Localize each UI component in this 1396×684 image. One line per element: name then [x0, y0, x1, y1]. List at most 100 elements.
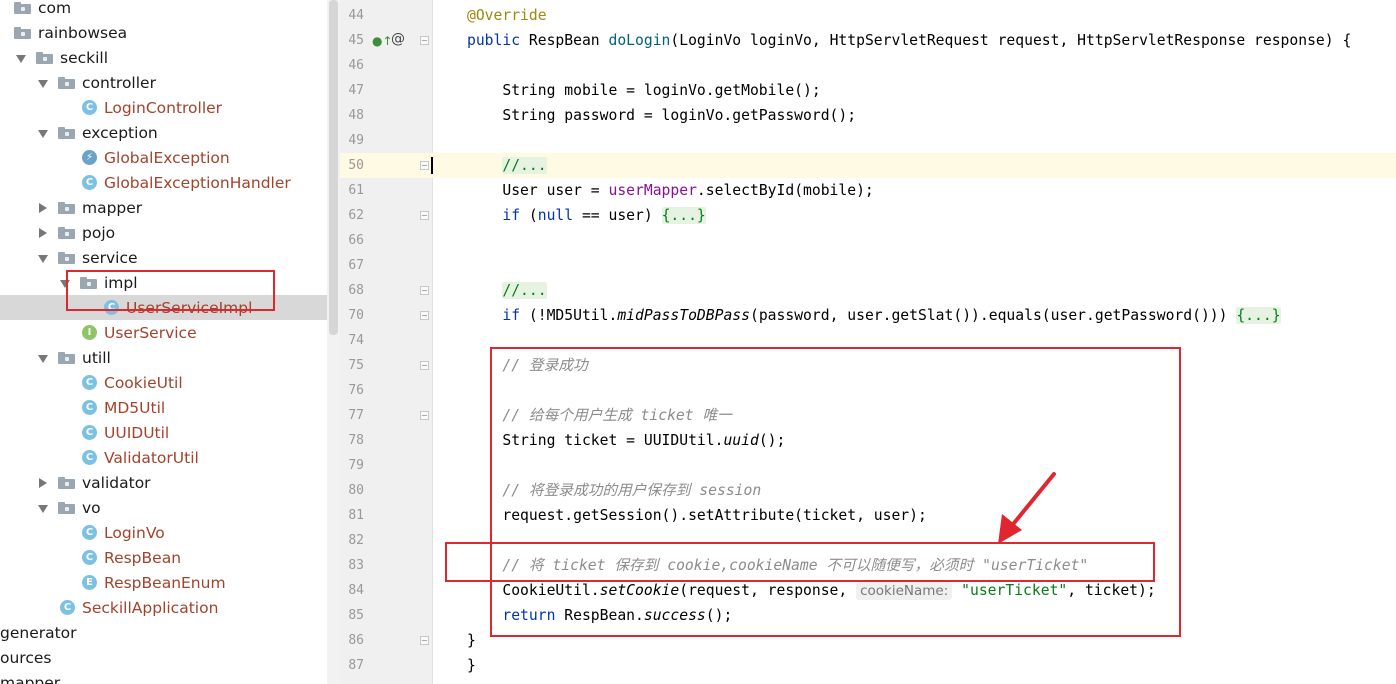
code-line[interactable]: 67: [340, 253, 1396, 278]
code-line[interactable]: 46: [340, 53, 1396, 78]
line-number: 85: [348, 608, 364, 623]
project-tree: com rainbowsea seckill controller C LoginCont…: [0, 0, 327, 684]
chevron-down-icon[interactable]: [38, 78, 48, 88]
tree-item-validator[interactable]: validator: [0, 470, 327, 495]
code-token: RespBean: [528, 32, 609, 49]
folder-icon: [58, 252, 75, 264]
tree-item-pojo[interactable]: pojo: [0, 220, 327, 245]
tree-item-logincontroller[interactable]: C LoginController: [0, 95, 327, 120]
code-text: @Override: [467, 3, 547, 28]
folder-icon: [58, 502, 75, 514]
fold-toggle-icon[interactable]: [420, 286, 429, 295]
tree-item-seckillapplication[interactable]: C SeckillApplication: [0, 595, 327, 620]
code-line[interactable]: 87}: [340, 653, 1396, 678]
line-number: 49: [348, 133, 364, 148]
code-line[interactable]: 68 //...: [340, 278, 1396, 303]
code-line[interactable]: 62 if (null == user) {...}: [340, 203, 1396, 228]
folder-icon: [58, 227, 75, 239]
code-line[interactable]: 49: [340, 128, 1396, 153]
tree-item-md5util[interactable]: C MD5Util: [0, 395, 327, 420]
tree-item-label: GlobalException: [104, 148, 230, 167]
code-line[interactable]: 70 if (!MD5Util.midPassToDBPass(password…: [340, 303, 1396, 328]
tree-item-ources[interactable]: ources: [0, 645, 327, 670]
fold-toggle-icon[interactable]: [420, 636, 429, 645]
folder-icon: [58, 77, 75, 89]
annotation-arrow-icon: [998, 472, 1056, 544]
highlight-box-code: [490, 347, 1181, 637]
tree-item-uuidutil[interactable]: C UUIDUtil: [0, 420, 327, 445]
chevron-down-icon[interactable]: [38, 353, 48, 363]
tree-item-label: mapper: [82, 198, 143, 217]
code-token: (password, user.getSlat()).equals(user.g…: [749, 307, 1237, 324]
tree-scrollbar-thumb[interactable]: [329, 0, 338, 335]
tree-item-label: SeckillApplication: [82, 598, 219, 617]
tree-item-respbeanenum[interactable]: E RespBeanEnum: [0, 570, 327, 595]
tree-item-label: validator: [82, 473, 151, 492]
chevron-right-icon[interactable]: [38, 203, 48, 213]
tree-item-label: exception: [82, 123, 158, 142]
tree-item-globalexception[interactable]: ⚡ GlobalException: [0, 145, 327, 170]
class-icon: C: [82, 550, 97, 565]
tree-item-seckill[interactable]: seckill: [0, 45, 327, 70]
fold-toggle-icon[interactable]: [420, 211, 429, 220]
line-number: 44: [348, 8, 364, 23]
code-line[interactable]: 48 String password = loginVo.getPassword…: [340, 103, 1396, 128]
tree-item-label: utill: [82, 348, 111, 367]
tree-item-controller[interactable]: controller: [0, 70, 327, 95]
tree-item-rainbowsea[interactable]: rainbowsea: [0, 20, 327, 45]
tree-item-cookieutil[interactable]: C CookieUtil: [0, 370, 327, 395]
tree-item-validatorutil[interactable]: C ValidatorUtil: [0, 445, 327, 470]
code-line[interactable]: 66: [340, 228, 1396, 253]
tree-item-respbean[interactable]: C RespBean: [0, 545, 327, 570]
class-icon: C: [82, 375, 97, 390]
code-line[interactable]: 45 ●↑ @ public RespBean doLogin(LoginVo log…: [340, 28, 1396, 53]
line-number: 81: [348, 508, 364, 523]
line-number: 87: [348, 658, 364, 673]
line-number: 77: [348, 408, 364, 423]
tree-item-label: service: [82, 248, 138, 267]
fold-toggle-icon[interactable]: [420, 161, 429, 170]
fold-toggle-icon[interactable]: [420, 361, 429, 370]
code-line[interactable]: 44 @Override: [340, 3, 1396, 28]
chevron-right-icon[interactable]: [38, 228, 48, 238]
enum-icon: E: [82, 575, 97, 590]
code-token: User user =: [467, 182, 609, 199]
tree-item-generator[interactable]: generator: [0, 620, 327, 645]
code-token: (!MD5Util.: [528, 307, 618, 324]
line-number: 47: [348, 83, 364, 98]
tree-item-mapper[interactable]: mapper: [0, 670, 327, 684]
implemented-method-icon[interactable]: ●↑: [372, 34, 393, 48]
code-token: {...}: [661, 207, 706, 224]
tree-scrollbar[interactable]: [327, 0, 340, 684]
tree-item-globalexceptionhandler[interactable]: C GlobalExceptionHandler: [0, 170, 327, 195]
line-number: 62: [348, 208, 364, 223]
chevron-down-icon[interactable]: [16, 53, 26, 63]
code-text: String mobile = loginVo.getMobile();: [467, 78, 820, 103]
tree-item-vo[interactable]: vo: [0, 495, 327, 520]
line-number: 45: [348, 33, 364, 48]
chevron-down-icon[interactable]: [38, 253, 48, 263]
code-line[interactable]: 50 //...: [340, 153, 1396, 178]
tree-item-service[interactable]: service: [0, 245, 327, 270]
code-token: public: [467, 32, 529, 49]
code-line[interactable]: 61 User user = userMapper.selectById(mob…: [340, 178, 1396, 203]
folder-icon: [36, 52, 53, 64]
tree-item-mapper[interactable]: mapper: [0, 195, 327, 220]
code-line[interactable]: 47 String mobile = loginVo.getMobile();: [340, 78, 1396, 103]
tree-item-userservice[interactable]: I UserService: [0, 320, 327, 345]
fold-toggle-icon[interactable]: [420, 411, 429, 420]
tree-item-com[interactable]: com: [0, 0, 327, 20]
tree-item-exception[interactable]: exception: [0, 120, 327, 145]
chevron-down-icon[interactable]: [38, 503, 48, 513]
tree-item-loginvo[interactable]: C LoginVo: [0, 520, 327, 545]
fold-toggle-icon[interactable]: [420, 36, 429, 45]
tree-item-utill[interactable]: utill: [0, 345, 327, 370]
chevron-down-icon[interactable]: [38, 128, 48, 138]
chevron-right-icon[interactable]: [38, 478, 48, 488]
at-icon[interactable]: @: [391, 31, 405, 47]
fold-toggle-icon[interactable]: [420, 311, 429, 320]
class-icon: C: [60, 600, 75, 615]
line-number: 68: [348, 283, 364, 298]
